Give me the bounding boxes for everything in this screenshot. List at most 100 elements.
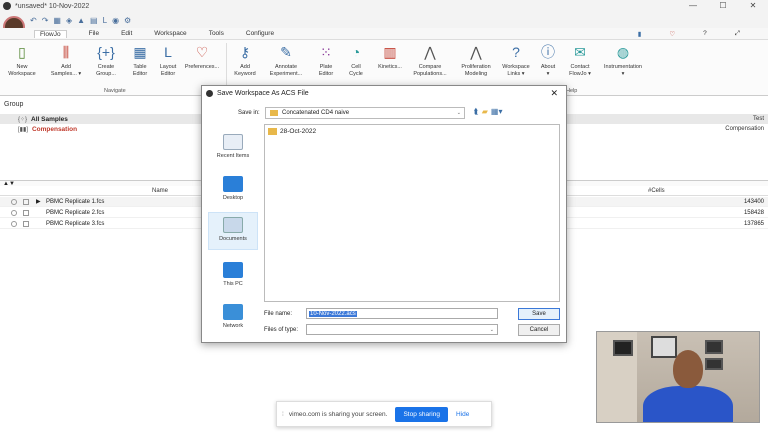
- gauge-icon: ◍: [616, 43, 630, 60]
- preferences-label: Preferences...: [184, 64, 220, 70]
- expand-arrow-icon[interactable]: ▶: [36, 198, 41, 205]
- row-radio[interactable]: [11, 209, 17, 216]
- place-label: Documents: [219, 236, 247, 242]
- question-icon: ?: [512, 43, 520, 60]
- save-dialog: Save Workspace As ACS File ✕ Save in: Co…: [201, 85, 567, 343]
- row-radio[interactable]: [11, 198, 17, 205]
- table-quick-icon[interactable]: ▦: [53, 16, 61, 25]
- place-label: Recent Items: [216, 153, 250, 159]
- plot-quick-icon[interactable]: ▲: [77, 16, 85, 25]
- group-right-label: Test: [752, 116, 764, 122]
- col-name-header[interactable]: Name: [152, 188, 168, 194]
- tab-flowjo[interactable]: FlowJo: [34, 29, 67, 38]
- place-desktop[interactable]: Desktop: [208, 176, 258, 201]
- heart-icon: ♡: [195, 43, 209, 60]
- folder-icon: [270, 110, 278, 116]
- place-recent-items[interactable]: Recent Items: [208, 134, 258, 159]
- chevron-down-icon: ⌄: [489, 326, 494, 333]
- new-workspace-button[interactable]: ▯ New Workspace: [2, 43, 42, 78]
- proliferation-modeling-button[interactable]: ⋀ Proliferation Modeling: [456, 43, 496, 78]
- key-icon: ⚷: [239, 43, 251, 60]
- tab-configure[interactable]: Configure: [246, 30, 274, 37]
- annotate-experiment-button[interactable]: ✎ Annotate Experiment...: [266, 43, 306, 78]
- minimize-button[interactable]: —: [678, 0, 708, 12]
- close-button[interactable]: ✕: [738, 0, 768, 12]
- grid-quick-icon[interactable]: ▤: [90, 16, 98, 25]
- tab-workspace[interactable]: Workspace: [154, 30, 186, 37]
- layout-quick-icon[interactable]: L: [103, 16, 107, 25]
- kinetics-icon: ▥: [383, 43, 397, 60]
- instrumentation-button[interactable]: ◍ Instrumentation ▾: [600, 43, 646, 78]
- sample-cells: 158428: [743, 209, 764, 216]
- gate-quick-icon[interactable]: ◈: [66, 16, 72, 25]
- gear-quick-icon[interactable]: ⚙: [124, 16, 131, 25]
- stop-sharing-button[interactable]: Stop sharing: [395, 406, 448, 422]
- new-doc-icon: ▯: [18, 43, 26, 60]
- help-icon[interactable]: ?: [703, 30, 707, 38]
- row-checkbox[interactable]: [23, 209, 29, 216]
- this-pc-icon: [223, 262, 243, 278]
- save-button[interactable]: Save: [518, 308, 560, 320]
- dialog-close-icon[interactable]: ✕: [550, 88, 558, 99]
- file-type-select[interactable]: ⌄: [306, 324, 498, 335]
- new-workspace-label: New Workspace: [8, 64, 36, 77]
- col-cells-header[interactable]: #Cells: [648, 188, 665, 194]
- layout-icon: L: [164, 43, 172, 60]
- contact-flowjo-button[interactable]: ✉ Contact FlowJo ▾: [560, 43, 600, 78]
- proliferation-icon: ⋀: [470, 43, 482, 60]
- compare-icon: ⋀: [424, 43, 436, 60]
- webcam-video: [596, 331, 760, 423]
- save-in-value: Concatenated CD4 naive: [282, 110, 350, 116]
- preferences-button[interactable]: ♡ Preferences...: [182, 43, 222, 71]
- app-icon: [3, 2, 11, 10]
- compare-populations-button[interactable]: ⋀ Compare Populations...: [410, 43, 450, 78]
- cycle-quick-icon[interactable]: ◉: [112, 16, 119, 25]
- tab-file[interactable]: File: [89, 30, 99, 37]
- row-radio[interactable]: [11, 220, 17, 227]
- group-name: Compensation: [31, 125, 78, 133]
- redo-icon[interactable]: ↷: [42, 16, 49, 25]
- pen-icon: ✎: [280, 43, 292, 60]
- file-name-value: 10-Nov-2022.acs: [309, 310, 357, 317]
- maximize-button[interactable]: ☐: [708, 0, 738, 12]
- folder-icon: [268, 128, 277, 135]
- table-icon: ▦: [133, 43, 147, 60]
- new-folder-icon[interactable]: ▰: [482, 107, 488, 117]
- hide-button[interactable]: Hide: [456, 411, 469, 418]
- tab-edit[interactable]: Edit: [121, 30, 132, 37]
- bookmark-icon[interactable]: ▮: [638, 30, 642, 38]
- place-this-pc[interactable]: This PC: [208, 262, 258, 287]
- add-keyword-button[interactable]: ⚷ Add Keyword: [225, 43, 265, 78]
- file-type-label: Files of type:: [264, 327, 299, 333]
- expand-icon[interactable]: ⤢: [735, 30, 740, 38]
- list-item[interactable]: 28-Oct-2022: [268, 128, 316, 135]
- group-navigate-label: Navigate: [104, 88, 126, 94]
- dialog-app-icon: [206, 89, 213, 97]
- up-folder-icon[interactable]: ⮬: [474, 107, 479, 117]
- file-name-field[interactable]: 10-Nov-2022.acs: [306, 308, 498, 319]
- place-network[interactable]: Network: [208, 304, 258, 329]
- title-bar: *unsaved* 10-Nov-2022 — ☐ ✕: [0, 0, 768, 12]
- undo-icon[interactable]: ↶: [30, 16, 37, 25]
- add-samples-button[interactable]: ⫼ Add Samples... ▾: [46, 43, 86, 78]
- row-checkbox[interactable]: [23, 220, 29, 227]
- heart-icon[interactable]: ♡: [669, 30, 675, 38]
- place-label: This PC: [223, 281, 243, 287]
- save-in-select[interactable]: Concatenated CD4 naive ⌄: [265, 107, 465, 119]
- place-documents[interactable]: Documents: [208, 212, 258, 250]
- drag-handle-icon[interactable]: ⁞: [282, 411, 284, 418]
- tab-tools[interactable]: Tools: [209, 30, 224, 37]
- cancel-button[interactable]: Cancel: [518, 324, 560, 336]
- kinetics-button[interactable]: ▥ Kinetics...: [370, 43, 410, 71]
- plate-icon: ⁙: [320, 43, 332, 60]
- file-name-label: File name:: [264, 311, 293, 317]
- sharing-text: vimeo.com is sharing your screen.: [288, 410, 388, 418]
- proliferation-modeling-label: Proliferation Modeling: [461, 64, 491, 77]
- group-icon: {+}: [97, 43, 115, 60]
- screen-sharing-bar: ⁞ vimeo.com is sharing your screen. Stop…: [276, 401, 492, 427]
- file-list[interactable]: 28-Oct-2022: [264, 124, 560, 302]
- annotate-experiment-label: Annotate Experiment...: [269, 64, 303, 77]
- view-menu-icon[interactable]: ▦▾: [491, 107, 503, 117]
- row-checkbox[interactable]: [23, 198, 29, 205]
- places-bar: Recent Items Desktop Documents This PC N…: [208, 126, 260, 336]
